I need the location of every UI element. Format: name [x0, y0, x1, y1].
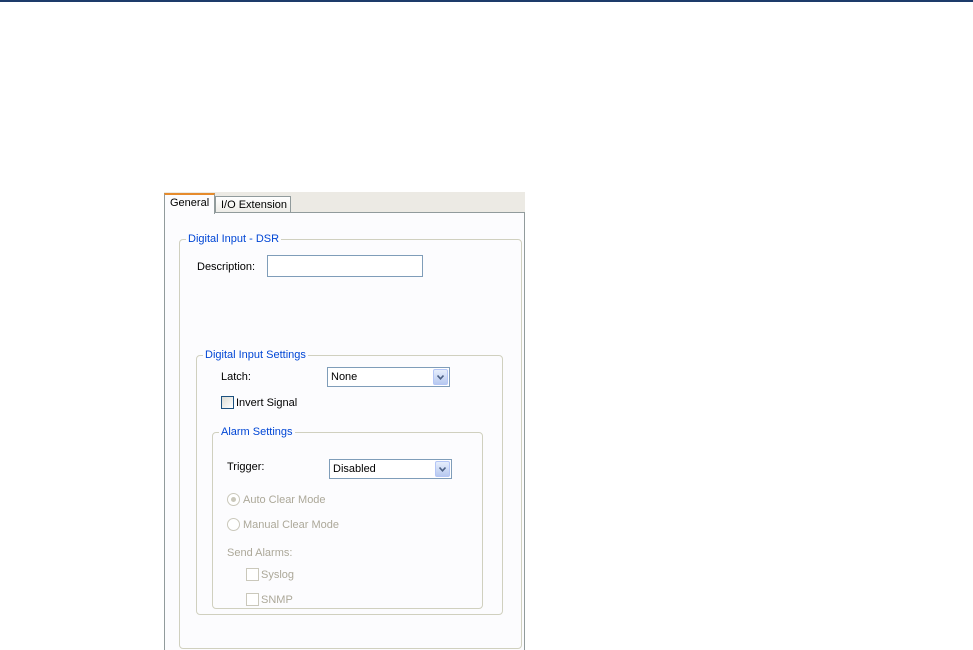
digital-input-settings-title: Digital Input Settings — [203, 348, 308, 362]
invert-signal-checkbox[interactable] — [221, 396, 234, 409]
snmp-label: SNMP — [261, 594, 293, 606]
tab-io-extension[interactable]: I/O Extension — [215, 196, 291, 213]
description-input[interactable] — [267, 255, 423, 277]
tab-strip: General I/O Extension — [164, 192, 525, 214]
alarm-settings-title: Alarm Settings — [219, 425, 295, 439]
digital-input-settings-group: Digital Input Settings Latch: None Inver… — [196, 348, 503, 615]
top-rule — [0, 0, 973, 2]
manual-clear-label: Manual Clear Mode — [243, 519, 339, 531]
trigger-select[interactable]: Disabled — [329, 459, 452, 479]
latch-label: Latch: — [221, 371, 251, 383]
syslog-checkbox[interactable] — [246, 568, 259, 581]
description-label: Description: — [197, 261, 256, 273]
digital-input-group: Digital Input - DSR Description: Digital… — [179, 232, 522, 649]
chevron-down-icon — [439, 467, 446, 472]
send-alarms-label: Send Alarms: — [227, 547, 293, 559]
trigger-selected-value: Disabled — [333, 463, 376, 475]
tab-general[interactable]: General — [164, 193, 215, 214]
chevron-down-icon — [437, 375, 444, 380]
alarm-settings-group: Alarm Settings Trigger: Disabled Auto Cl… — [212, 425, 483, 609]
invert-signal-label: Invert Signal — [236, 397, 298, 409]
snmp-checkbox[interactable] — [246, 593, 259, 606]
trigger-label: Trigger: — [227, 461, 265, 473]
tab-panel-general: Digital Input - DSR Description: Digital… — [164, 212, 525, 650]
auto-clear-radio[interactable] — [227, 493, 240, 506]
radio-selected-dot — [231, 497, 236, 502]
syslog-label: Syslog — [261, 569, 295, 581]
manual-clear-radio[interactable] — [227, 518, 240, 531]
digital-input-group-title: Digital Input - DSR — [186, 232, 282, 246]
latch-selected-value: None — [331, 371, 358, 383]
trigger-dropdown-button[interactable] — [435, 461, 450, 477]
latch-dropdown-button[interactable] — [433, 369, 448, 385]
latch-select[interactable]: None — [327, 367, 450, 387]
auto-clear-label: Auto Clear Mode — [243, 494, 326, 506]
